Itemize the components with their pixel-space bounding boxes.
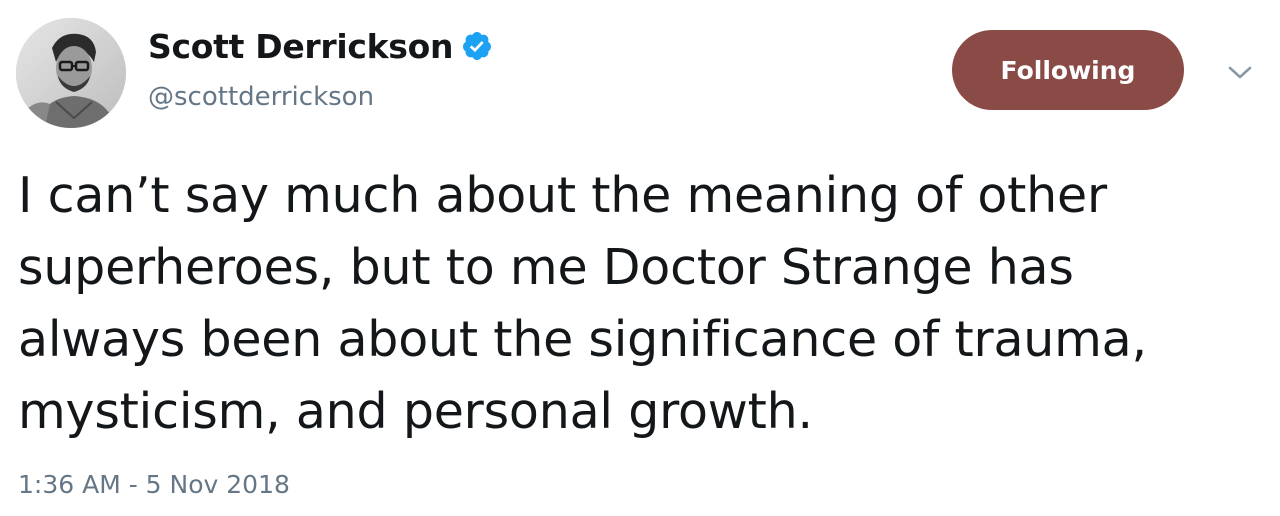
- tweet-card: Scott Derrickson @scottderrickson Follow…: [0, 0, 1280, 516]
- profile-photo-icon: [16, 18, 126, 128]
- avatar[interactable]: [16, 18, 126, 128]
- tweet-text-line: I can’t say much about the meaning of ot…: [18, 167, 1107, 224]
- tweet-text-line: superheroes, but to me Doctor Strange ha…: [18, 239, 1074, 296]
- following-button[interactable]: Following: [952, 30, 1184, 110]
- display-name[interactable]: Scott Derrickson: [148, 27, 453, 66]
- verified-badge-icon: [461, 30, 493, 62]
- tweet-text-line: always been about the significance of tr…: [18, 311, 1147, 368]
- author-name-row: Scott Derrickson: [148, 24, 493, 68]
- tweet-timestamp[interactable]: 1:36 AM - 5 Nov 2018: [18, 470, 290, 499]
- chevron-down-icon[interactable]: [1224, 62, 1256, 84]
- tweet-text: I can’t say much about the meaning of ot…: [18, 160, 1268, 448]
- author-handle[interactable]: @scottderrickson: [148, 82, 374, 112]
- tweet-text-line: mysticism, and personal growth.: [18, 383, 813, 440]
